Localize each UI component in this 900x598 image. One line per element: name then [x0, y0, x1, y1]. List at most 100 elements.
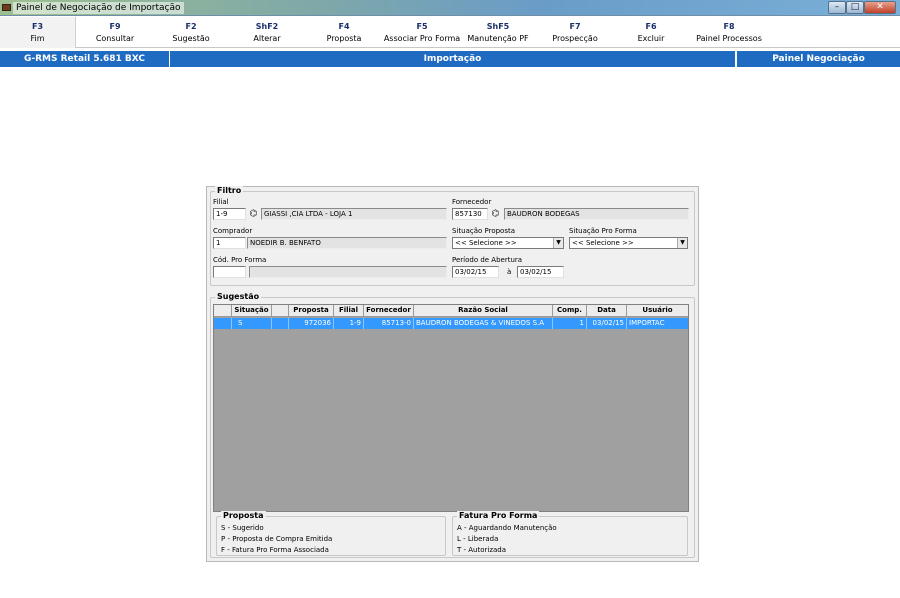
fkey-label: Fim — [30, 34, 45, 43]
fkey-label: Proposta — [326, 34, 362, 43]
sugestao-grid[interactable]: Situação Proposta Filial Fornecedor Razã… — [213, 304, 689, 512]
fkey-f7-prospeccao[interactable]: F7 Prospecção — [537, 17, 613, 48]
row-cell-proposta: 972036 — [289, 318, 334, 329]
legend-item: L - Liberada — [457, 535, 499, 543]
fkey-label: Prospecção — [552, 34, 598, 43]
column-header[interactable]: Fornecedor — [364, 305, 414, 317]
fkey-label: Excluir — [637, 34, 665, 43]
fkey-code: F7 — [569, 22, 581, 31]
filial-input[interactable]: 1-9 — [213, 208, 246, 220]
fkey-f6-excluir[interactable]: F6 Excluir — [613, 17, 689, 48]
periodo-label: Período de Abertura — [452, 256, 523, 264]
filial-search-binoculars-icon[interactable]: ⌬ — [248, 209, 259, 219]
row-cell-usuario: IMPORTAC — [629, 319, 665, 327]
fornecedor-search-binoculars-icon[interactable]: ⌬ — [490, 209, 501, 219]
grid-header: Situação Proposta Filial Fornecedor Razã… — [214, 305, 688, 317]
fkey-label: Associar Pro Forma — [383, 34, 461, 43]
legend-item: A - Aguardando Manutenção — [457, 524, 557, 532]
periodo-end-input[interactable]: 03/02/15 — [517, 266, 564, 278]
title-bar: Painel de Negociação de Importação – □ ✕ — [0, 0, 900, 16]
row-cell-filial: 1-9 — [334, 318, 364, 329]
periodo-start-input[interactable]: 03/02/15 — [452, 266, 499, 278]
fkey-code: F3 — [31, 22, 44, 31]
row-cell-comp: 1 — [553, 318, 587, 329]
column-header — [214, 305, 232, 317]
fkey-label: Consultar — [95, 34, 135, 43]
column-header[interactable]: Comp. — [553, 305, 587, 317]
module-label: Importação — [170, 51, 736, 67]
situacao-proforma-value: << Selecione >> — [572, 239, 634, 247]
fkey-label: Manutenção PF — [467, 34, 529, 43]
situacao-proforma-select[interactable]: << Selecione >> ▼ — [569, 237, 688, 249]
fkey-f3-fim[interactable]: F3 Fim — [0, 17, 76, 48]
app-icon — [2, 4, 11, 11]
fkey-f5-associar-proforma[interactable]: F5 Associar Pro Forma — [382, 17, 462, 48]
situacao-proforma-label: Situação Pro Forma — [569, 227, 637, 235]
column-header — [272, 305, 289, 317]
fkey-label: Painel Processos — [696, 34, 762, 43]
close-button[interactable]: ✕ — [864, 1, 896, 14]
column-header[interactable]: Filial — [334, 305, 364, 317]
fkey-code: F4 — [338, 22, 350, 31]
fkey-f4-proposta[interactable]: F4 Proposta — [306, 17, 382, 48]
cod-proforma-description — [249, 266, 447, 278]
status-bar: G-RMS Retail 5.681 BXC Importação Painel… — [0, 51, 900, 67]
filial-label: Filial — [213, 198, 229, 206]
fkey-code: F5 — [416, 22, 428, 31]
legend-item: T - Autorizada — [457, 546, 507, 554]
fkey-label: Sugestão — [172, 34, 210, 43]
cod-proforma-input[interactable] — [213, 266, 246, 278]
situacao-proposta-select[interactable]: << Selecione >> ▼ — [452, 237, 564, 249]
filtro-title: Filtro — [215, 186, 244, 196]
row-cell — [272, 318, 289, 329]
comprador-label: Comprador — [213, 227, 253, 235]
fornecedor-input[interactable]: 857130 — [452, 208, 488, 220]
row-cell-fornecedor: 85713-0 — [364, 318, 414, 329]
fkey-code: ShF2 — [255, 22, 279, 31]
column-header[interactable]: Proposta — [289, 305, 334, 317]
legend-item: S - Sugerido — [221, 524, 264, 532]
chevron-down-icon[interactable]: ▼ — [677, 238, 687, 248]
function-key-toolbar: F3 Fim F9 Consultar F2 Sugestão ShF2 Alt… — [0, 17, 900, 48]
fkey-code: F9 — [109, 22, 121, 31]
fkey-f9-consultar[interactable]: F9 Consultar — [77, 17, 153, 48]
fornecedor-description: BAUDRON BODEGAS — [504, 208, 689, 220]
filial-description: GIASSI ,CIA LTDA - LOJA 1 — [261, 208, 447, 220]
fkey-shf2-alterar[interactable]: ShF2 Alterar — [229, 17, 305, 48]
row-cell-razao-social: BAUDRON BODEGAS & VINEDOS S.A — [414, 318, 553, 329]
column-header[interactable]: Usuário — [627, 305, 688, 317]
chevron-down-icon[interactable]: ▼ — [553, 238, 563, 248]
situacao-proposta-label: Situação Proposta — [452, 227, 516, 235]
fkey-label: Alterar — [253, 34, 281, 43]
minimize-button[interactable]: – — [828, 1, 846, 14]
comprador-description: NOEDIR B. BENFATO — [247, 237, 447, 249]
fkey-code: F6 — [645, 22, 657, 31]
row-cell-data: 03/02/15 — [587, 318, 627, 329]
fatura-legend-title: Fatura Pro Forma — [457, 511, 540, 521]
cod-proforma-label: Cód. Pro Forma — [213, 256, 267, 264]
table-row[interactable]: S 972036 1-9 85713-0 BAUDRON BODEGAS & V… — [214, 318, 688, 329]
fkey-shf5-manutencao-pf[interactable]: ShF5 Manutenção PF — [460, 17, 536, 48]
fornecedor-label: Fornecedor — [452, 198, 492, 206]
legend-item: F - Fatura Pro Forma Associada — [221, 546, 329, 554]
comprador-input[interactable]: 1 — [213, 237, 246, 249]
screen-label: Painel Negociação — [736, 51, 900, 67]
proposta-legend-title: Proposta — [221, 511, 266, 521]
row-cell — [214, 318, 232, 329]
row-cell-situacao: S — [232, 318, 272, 329]
column-header[interactable]: Data — [587, 305, 627, 317]
fkey-f2-sugestao[interactable]: F2 Sugestão — [153, 17, 229, 48]
periodo-separator: à — [507, 268, 512, 276]
version-label: G-RMS Retail 5.681 BXC — [0, 51, 170, 67]
fkey-code: F2 — [185, 22, 197, 31]
column-header[interactable]: Razão Social — [414, 305, 553, 317]
fkey-code: ShF5 — [486, 22, 510, 31]
fkey-f8-painel-processos[interactable]: F8 Painel Processos — [690, 17, 768, 48]
situacao-proposta-value: << Selecione >> — [455, 239, 517, 247]
sugestao-title: Sugestão — [215, 292, 262, 302]
legend-item: P - Proposta de Compra Emitida — [221, 535, 333, 543]
column-header[interactable]: Situação — [232, 305, 272, 317]
fkey-code: F8 — [723, 22, 735, 31]
maximize-button[interactable]: □ — [846, 1, 864, 14]
window-title: Painel de Negociação de Importação — [13, 2, 184, 14]
